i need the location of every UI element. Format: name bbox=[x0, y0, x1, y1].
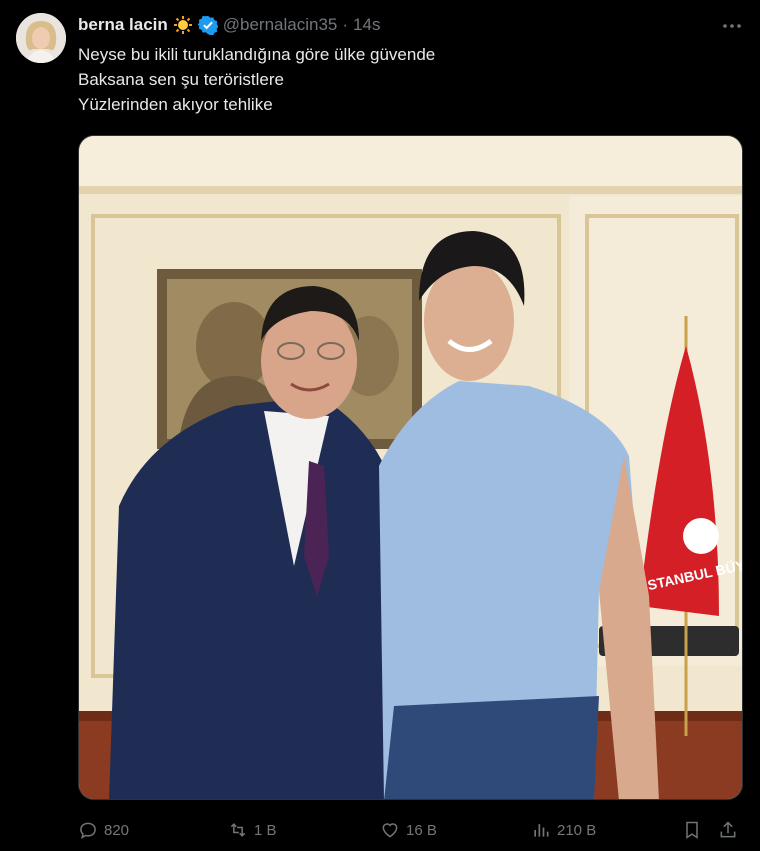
share-button[interactable] bbox=[718, 816, 738, 844]
tweet-header: berna lacin @bernalacin35 · 14s bbox=[78, 14, 380, 36]
views-bar-chart-icon bbox=[534, 824, 549, 837]
heart-icon bbox=[382, 823, 398, 838]
photo-illustration: İSTANBUL BÜYÜKŞEHİR bbox=[79, 136, 742, 799]
views-count: 210 B bbox=[557, 821, 597, 839]
sun-emoji-icon bbox=[173, 16, 192, 34]
repost-button[interactable]: 1 B bbox=[228, 816, 277, 844]
tweet-actions: 820 1 B 16 B 210 B bbox=[78, 816, 743, 844]
repost-icon bbox=[230, 823, 246, 837]
profile-avatar[interactable] bbox=[16, 13, 66, 63]
display-name[interactable]: berna lacin bbox=[78, 15, 168, 35]
views-button[interactable]: 210 B bbox=[531, 816, 596, 844]
tweet-text: Neyse bu ikili turuklandığına göre ülke … bbox=[78, 42, 435, 117]
verified-badge-icon bbox=[197, 15, 218, 35]
like-button[interactable]: 16 B bbox=[380, 816, 437, 844]
user-handle[interactable]: @bernalacin35 bbox=[223, 15, 338, 35]
timestamp[interactable]: 14s bbox=[353, 15, 380, 35]
reply-count: 820 bbox=[104, 821, 130, 839]
more-dots-icon[interactable] bbox=[720, 14, 744, 38]
separator: · bbox=[342, 15, 349, 34]
reply-button[interactable]: 820 bbox=[78, 816, 129, 844]
tweet-line: Baksana sen şu teröristlere bbox=[78, 70, 284, 89]
repost-count: 1 B bbox=[254, 821, 277, 839]
reply-icon bbox=[80, 822, 96, 840]
tweet-line: Yüzlerinden akıyor tehlike bbox=[78, 95, 273, 114]
tweet-line: Neyse bu ikili turuklandığına göre ülke … bbox=[78, 45, 436, 64]
bookmark-icon bbox=[686, 821, 698, 839]
like-count: 16 B bbox=[406, 821, 437, 839]
bookmark-button[interactable] bbox=[682, 816, 702, 844]
tweet-photo[interactable]: İSTANBUL BÜYÜKŞEHİR bbox=[78, 135, 743, 800]
share-icon bbox=[720, 821, 736, 838]
